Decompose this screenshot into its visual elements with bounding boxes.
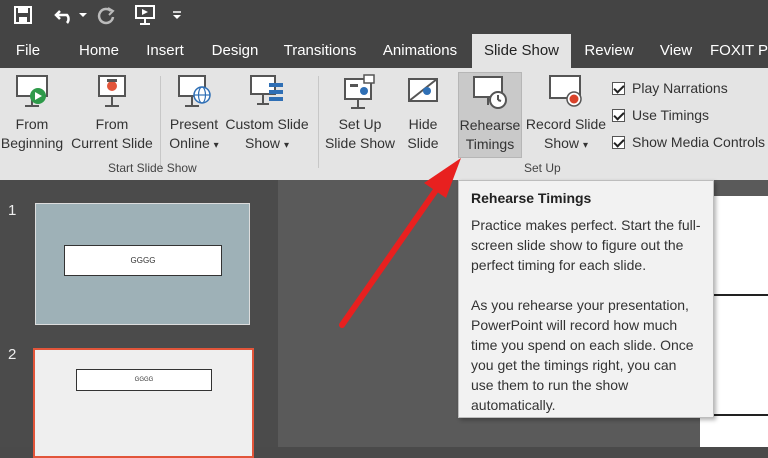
annotation-arrow-icon <box>339 158 461 328</box>
